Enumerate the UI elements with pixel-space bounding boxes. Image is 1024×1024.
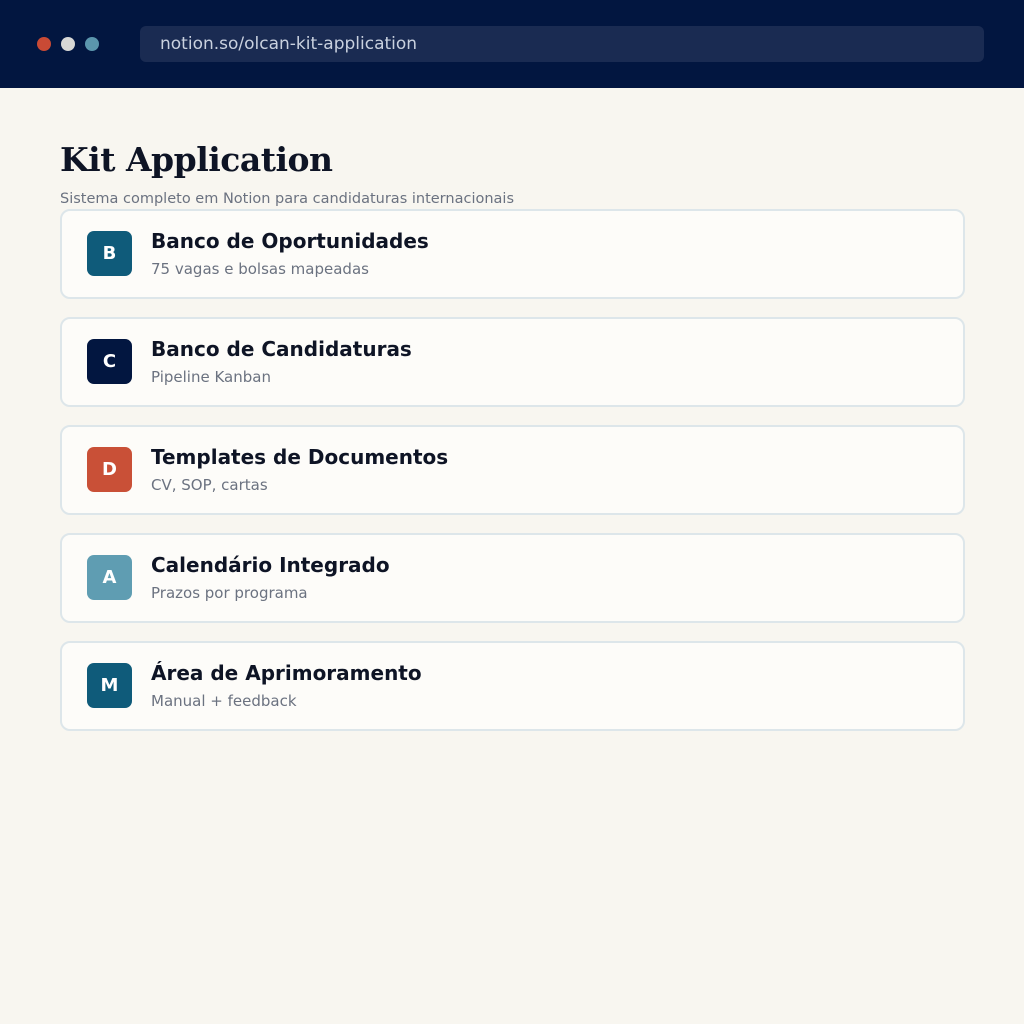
page-title: Kit Application	[60, 140, 333, 179]
card-banco-de-oportunidades[interactable]: B Banco de Oportunidades 75 vagas e bols…	[60, 209, 965, 299]
letter-badge-icon: C	[87, 339, 132, 384]
letter-badge-icon: D	[87, 447, 132, 492]
card-title: Banco de Oportunidades	[151, 229, 429, 253]
window-minimize-button[interactable]	[61, 37, 75, 51]
feature-card-list: B Banco de Oportunidades 75 vagas e bols…	[60, 209, 965, 749]
page-subtitle: Sistema completo em Notion para candidat…	[60, 191, 514, 207]
letter-badge-icon: B	[87, 231, 132, 276]
address-bar[interactable]: notion.so/olcan-kit-application	[140, 26, 984, 62]
card-description: Pipeline Kanban	[151, 368, 271, 386]
card-title: Banco de Candidaturas	[151, 337, 412, 361]
card-title: Calendário Integrado	[151, 553, 390, 577]
card-templates-de-documentos[interactable]: D Templates de Documentos CV, SOP, carta…	[60, 425, 965, 515]
card-title: Área de Aprimoramento	[151, 661, 422, 685]
card-calendario-integrado[interactable]: A Calendário Integrado Prazos por progra…	[60, 533, 965, 623]
card-description: CV, SOP, cartas	[151, 476, 268, 494]
card-banco-de-candidaturas[interactable]: C Banco de Candidaturas Pipeline Kanban	[60, 317, 965, 407]
card-description: 75 vagas e bolsas mapeadas	[151, 260, 369, 278]
card-title: Templates de Documentos	[151, 445, 449, 469]
letter-badge-icon: M	[87, 663, 132, 708]
window-maximize-button[interactable]	[85, 37, 99, 51]
card-description: Manual + feedback	[151, 692, 297, 710]
browser-toolbar: notion.so/olcan-kit-application	[0, 0, 1024, 88]
card-area-de-aprimoramento[interactable]: M Área de Aprimoramento Manual + feedbac…	[60, 641, 965, 731]
window-close-button[interactable]	[37, 37, 51, 51]
letter-badge-icon: A	[87, 555, 132, 600]
card-description: Prazos por programa	[151, 584, 308, 602]
